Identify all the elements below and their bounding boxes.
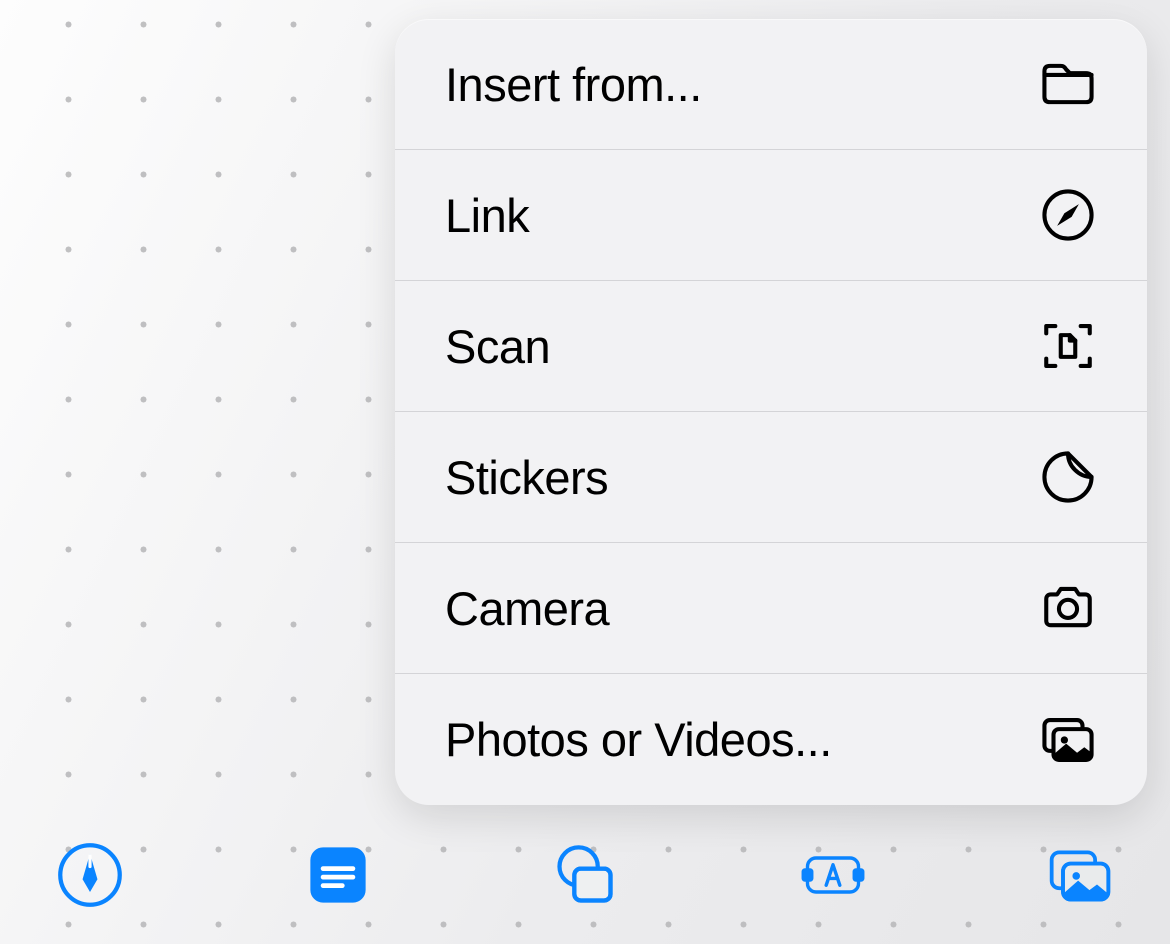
insert-menu-popover: Insert from... Link Scan (395, 19, 1147, 805)
menu-item-label: Scan (445, 319, 550, 374)
menu-item-label: Link (445, 188, 529, 243)
menu-item-label: Insert from... (445, 57, 702, 112)
menu-item-scan[interactable]: Scan (395, 281, 1147, 412)
pen-tool[interactable] (55, 842, 125, 912)
menu-item-insert-from[interactable]: Insert from... (395, 19, 1147, 150)
sticker-icon (1039, 448, 1097, 506)
menu-item-label: Camera (445, 581, 609, 636)
text-box-icon (799, 841, 867, 914)
text-tool[interactable] (798, 842, 868, 912)
folder-icon (1039, 55, 1097, 113)
photos-stack-icon (1039, 711, 1097, 769)
note-icon (304, 841, 372, 914)
camera-icon (1039, 579, 1097, 637)
safari-icon (1039, 186, 1097, 244)
menu-item-camera[interactable]: Camera (395, 543, 1147, 674)
note-tool[interactable] (303, 842, 373, 912)
shapes-tool[interactable] (550, 842, 620, 912)
menu-item-label: Photos or Videos... (445, 712, 832, 767)
scan-document-icon (1039, 317, 1097, 375)
bottom-toolbar (0, 832, 1170, 922)
menu-item-label: Stickers (445, 450, 608, 505)
photos-stack-icon (1046, 841, 1114, 914)
menu-item-link[interactable]: Link (395, 150, 1147, 281)
media-tool[interactable] (1045, 842, 1115, 912)
menu-item-photos-videos[interactable]: Photos or Videos... (395, 674, 1147, 805)
pen-circle-icon (56, 841, 124, 914)
shapes-icon (551, 841, 619, 914)
menu-item-stickers[interactable]: Stickers (395, 412, 1147, 543)
